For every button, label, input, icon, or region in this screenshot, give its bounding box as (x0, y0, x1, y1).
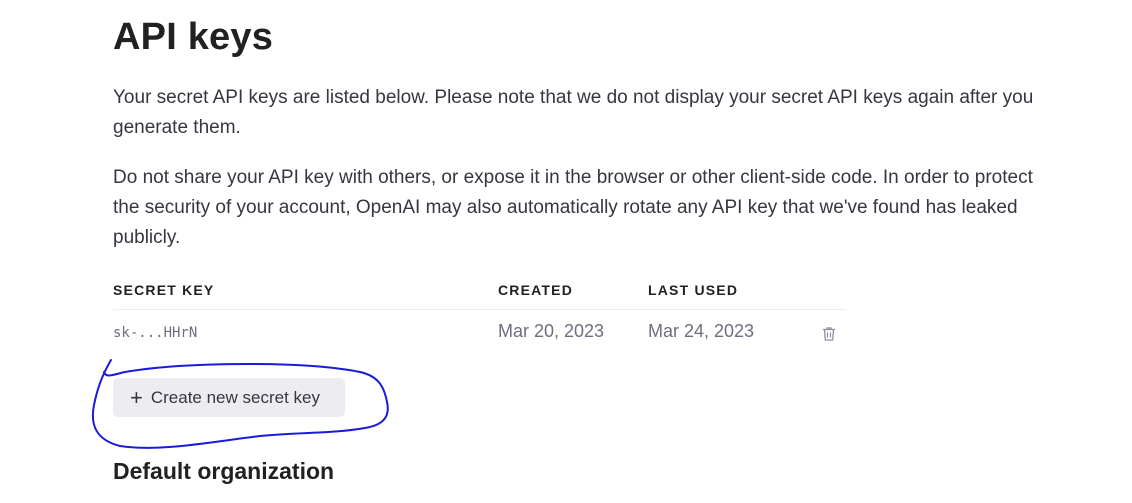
table-header: SECRET KEY CREATED LAST USED (113, 276, 846, 310)
created-date: Mar 20, 2023 (498, 321, 605, 341)
description-paragraph: Your secret API keys are listed below. P… (113, 87, 1034, 138)
create-new-secret-key-button[interactable]: + Create new secret key (113, 378, 345, 417)
default-organization-heading: Default organization (113, 458, 335, 484)
secret-key-value: sk-...HHrN (113, 325, 198, 341)
warning-paragraph: Do not share your API key with others, o… (113, 167, 1033, 248)
column-header-last-used: LAST USED (648, 282, 739, 298)
trash-icon[interactable] (822, 326, 836, 342)
page-title: API keys (113, 16, 274, 58)
column-header-created: CREATED (498, 282, 574, 298)
plus-icon: + (130, 384, 143, 410)
create-button-label: Create new secret key (150, 387, 320, 407)
last-used-date: Mar 24, 2023 (648, 321, 755, 341)
column-header-secret-key: SECRET KEY (113, 282, 215, 298)
table-row: sk-...HHrN Mar 20, 2023 Mar 24, 2023 (113, 310, 846, 354)
api-keys-table: SECRET KEY CREATED LAST USED sk-...HHrN … (113, 276, 846, 354)
api-keys-page: API keys Your secret API keys are listed… (0, 0, 1132, 503)
